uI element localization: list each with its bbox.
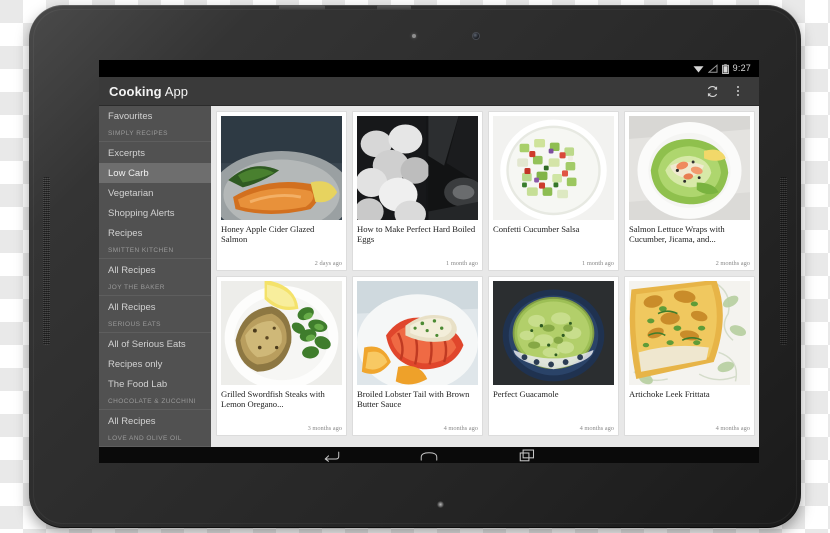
nav-section-header: SERIOUS EATS: [99, 317, 211, 333]
app-title: Cooking App: [109, 84, 188, 99]
sidebar-item-shopping-alerts[interactable]: Shopping Alerts: [99, 203, 211, 223]
recipe-title: How to Make Perfect Hard Boiled Eggs: [357, 224, 476, 245]
signal-icon: [707, 64, 718, 73]
sidebar-item-vegetarian[interactable]: Vegetarian: [99, 183, 211, 203]
recipe-timestamp: 2 days ago: [314, 260, 342, 267]
recipe-thumbnail: [221, 116, 342, 220]
volume-button[interactable]: [377, 5, 411, 10]
recipe-timestamp: 3 months ago: [307, 425, 342, 432]
home-icon: [420, 451, 438, 461]
sidebar-item-recipes[interactable]: Recipes: [99, 223, 211, 243]
recipe-timestamp: 1 month ago: [446, 260, 478, 267]
recipe-timestamp: 2 months ago: [715, 260, 750, 267]
nav-section-header: LOVE AND OLIVE OIL: [99, 431, 211, 447]
recipe-title: Salmon Lettuce Wraps with Cucumber, Jica…: [629, 224, 725, 245]
sidebar-item-recipes-only[interactable]: Recipes only: [99, 354, 211, 374]
sidebar-item-all-recipes[interactable]: All Recipes: [99, 260, 211, 280]
refresh-icon: [707, 85, 717, 97]
app-action-bar: Cooking App: [99, 77, 759, 106]
recipe-timestamp: 4 months ago: [443, 425, 478, 432]
recipe-card[interactable]: Confetti Cucumber Salsa 1 month ago: [488, 111, 619, 271]
overflow-menu-button[interactable]: [725, 78, 751, 104]
tablet-device: 9:27 Cooking App Favourites SIMPLY RECIP…: [29, 5, 801, 528]
nav-section-header: SIMPLY RECIPES: [99, 126, 211, 142]
sidebar-item-all-recipes[interactable]: All Recipes: [99, 297, 211, 317]
android-navigation-bar: [99, 447, 759, 463]
recipe-thumbnail: [493, 281, 614, 385]
home-indicator-led: [437, 501, 444, 508]
sidebar-item-low-carb[interactable]: Low Carb: [99, 163, 211, 183]
recent-apps-icon: [519, 449, 535, 462]
recipe-content-area[interactable]: Honey Apple Cider Glazed Salmon 2 days ag…: [211, 106, 759, 447]
recipe-title: Grilled Swordfish Steaks with Lemon Oreg…: [221, 389, 325, 410]
nav-section-header: SMITTEN KITCHEN: [99, 243, 211, 259]
front-camera-icon: [473, 33, 479, 39]
tablet-screen: 9:27 Cooking App Favourites SIMPLY RECIP…: [99, 60, 759, 463]
speaker-grille-right: [780, 177, 787, 345]
recipe-title: Honey Apple Cider Glazed Salmon: [221, 224, 315, 245]
recipe-timestamp: 4 months ago: [715, 425, 750, 432]
recipe-card[interactable]: Perfect Guacamole 4 months ago: [488, 276, 619, 436]
recipe-card[interactable]: How to Make Perfect Hard Boiled Eggs 1 mo…: [352, 111, 483, 271]
recipe-card[interactable]: Honey Apple Cider Glazed Salmon 2 days ag…: [216, 111, 347, 271]
home-button[interactable]: [418, 449, 440, 463]
overflow-menu-icon: [737, 86, 739, 96]
power-button[interactable]: [279, 5, 325, 10]
speaker-grille-left: [43, 177, 50, 345]
recipe-card-grid: Honey Apple Cider Glazed Salmon 2 days ag…: [216, 111, 755, 436]
wifi-icon: [693, 66, 704, 73]
recipe-card[interactable]: Broiled Lobster Tail with Brown Butter S…: [352, 276, 483, 436]
recipe-card[interactable]: Artichoke Leek Frittata 4 months ago: [624, 276, 755, 436]
light-sensor: [412, 34, 416, 38]
sidebar-item-all-of-serious-eats[interactable]: All of Serious Eats: [99, 334, 211, 354]
back-arrow-icon: [324, 451, 339, 462]
back-button[interactable]: [320, 449, 342, 463]
sidebar-item-all-recipes[interactable]: All Recipes: [99, 411, 211, 431]
refresh-button[interactable]: [699, 78, 725, 104]
recipe-title: Confetti Cucumber Salsa: [493, 224, 580, 234]
recipe-thumbnail: [357, 281, 478, 385]
sidebar-item-the-food-lab[interactable]: The Food Lab: [99, 374, 211, 394]
recipe-thumbnail: [629, 281, 750, 385]
battery-icon: [721, 63, 729, 74]
recipe-card[interactable]: Salmon Lettuce Wraps with Cucumber, Jica…: [624, 111, 755, 271]
recipe-thumbnail: [629, 116, 750, 220]
app-title-light: App: [164, 83, 189, 99]
recipe-thumbnail: [357, 116, 478, 220]
status-clock: 9:27: [732, 63, 751, 73]
recipe-title: Broiled Lobster Tail with Brown Butter S…: [357, 389, 470, 410]
recipe-thumbnail: [221, 281, 342, 385]
recipe-timestamp: 4 months ago: [579, 425, 614, 432]
recipe-title: Artichoke Leek Frittata: [629, 389, 710, 399]
nav-section-header: JOY THE BAKER: [99, 280, 211, 296]
recipe-card[interactable]: Grilled Swordfish Steaks with Lemon Oreg…: [216, 276, 347, 436]
app-title-bold: Cooking: [109, 83, 162, 99]
android-status-bar: 9:27: [99, 60, 759, 77]
nav-section-header: CHOCOLATE & ZUCCHINI: [99, 394, 211, 410]
recipe-timestamp: 1 month ago: [582, 260, 614, 267]
navigation-drawer[interactable]: Favourites SIMPLY RECIPES Excerpts Low Carb…: [99, 106, 211, 447]
sidebar-item-favourites[interactable]: Favourites: [99, 106, 211, 126]
recent-apps-button[interactable]: [516, 449, 538, 463]
recipe-thumbnail: [493, 116, 614, 220]
recipe-title: Perfect Guacamole: [493, 389, 559, 399]
sidebar-item-excerpts[interactable]: Excerpts: [99, 143, 211, 163]
app-body: Favourites SIMPLY RECIPES Excerpts Low Carb…: [99, 106, 759, 447]
